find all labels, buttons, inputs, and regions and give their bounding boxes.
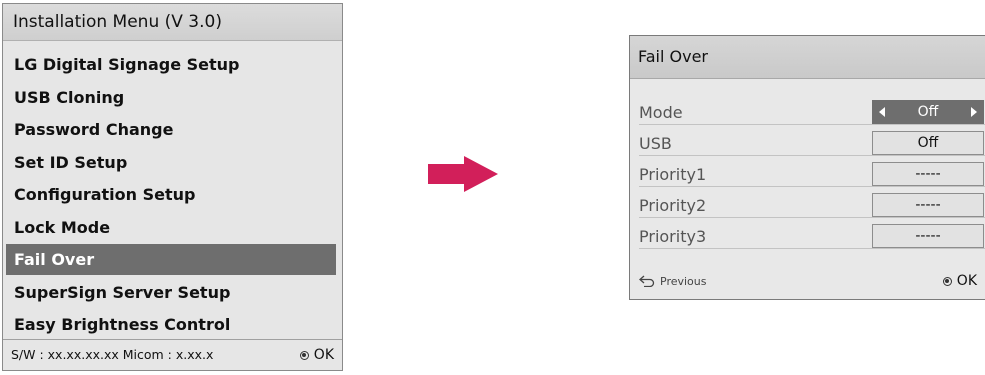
row-divider — [639, 186, 985, 187]
ok-circle-icon — [942, 276, 952, 286]
row-divider — [639, 217, 985, 218]
menu-item-usb-cloning[interactable]: USB Cloning — [6, 82, 336, 113]
priority2-label: Priority2 — [639, 196, 707, 215]
arrow-right-icon[interactable] — [970, 107, 977, 117]
setting-row-priority1: Priority1 ----- — [639, 159, 985, 190]
fail-over-dialog: Fail Over Mode Off USB Off Priority1 ---… — [629, 35, 985, 300]
mode-value: Off — [917, 104, 939, 120]
priority3-value-box[interactable]: ----- — [872, 224, 984, 248]
ok-circle-icon — [299, 350, 309, 360]
row-divider — [639, 155, 985, 156]
previous-button[interactable]: Previous — [639, 275, 707, 288]
ok-label: OK — [313, 347, 334, 363]
installation-menu-list: LG Digital Signage Setup USB Cloning Pas… — [3, 41, 342, 340]
fail-over-footer: Previous OK — [639, 271, 977, 291]
menu-item-lock-mode[interactable]: Lock Mode — [6, 212, 336, 243]
priority1-value: ----- — [915, 166, 941, 182]
installation-menu-title: Installation Menu (V 3.0) — [3, 4, 342, 41]
return-arrow-icon — [639, 275, 655, 287]
usb-label: USB — [639, 134, 672, 153]
usb-value-box[interactable]: Off — [872, 131, 984, 155]
priority1-label: Priority1 — [639, 165, 707, 184]
row-divider — [639, 124, 985, 125]
setting-row-usb: USB Off — [639, 128, 985, 159]
menu-item-easy-brightness-control[interactable]: Easy Brightness Control — [6, 309, 336, 340]
setting-row-priority2: Priority2 ----- — [639, 190, 985, 221]
menu-item-fail-over[interactable]: Fail Over — [6, 244, 336, 275]
fail-over-title: Fail Over — [630, 36, 985, 79]
row-divider — [639, 248, 985, 249]
priority2-value: ----- — [915, 197, 941, 213]
arrow-left-icon[interactable] — [879, 107, 885, 117]
priority2-value-box[interactable]: ----- — [872, 193, 984, 217]
menu-item-password-change[interactable]: Password Change — [6, 114, 336, 145]
priority3-value: ----- — [915, 228, 941, 244]
fail-over-settings: Mode Off USB Off Priority1 ----- Priorit… — [630, 79, 985, 252]
setting-row-priority3: Priority3 ----- — [639, 221, 985, 252]
menu-item-lg-digital-signage-setup[interactable]: LG Digital Signage Setup — [6, 49, 336, 80]
priority3-label: Priority3 — [639, 227, 707, 246]
menu-item-configuration-setup[interactable]: Configuration Setup — [6, 179, 336, 210]
installation-menu: Installation Menu (V 3.0) LG Digital Sig… — [2, 3, 343, 371]
previous-label: Previous — [660, 274, 707, 288]
installation-menu-footer: S/W : xx.xx.xx.xx Micom : x.xx.x OK — [3, 339, 342, 370]
mode-selector[interactable]: Off — [872, 100, 984, 124]
menu-item-supersign-server-setup[interactable]: SuperSign Server Setup — [6, 277, 336, 308]
dialog-ok-button[interactable]: OK — [942, 273, 977, 289]
setting-row-mode: Mode Off — [639, 97, 985, 128]
menu-item-set-id-setup[interactable]: Set ID Setup — [6, 147, 336, 178]
dialog-ok-label: OK — [956, 273, 977, 289]
ok-button[interactable]: OK — [299, 340, 334, 370]
right-arrow-icon — [428, 156, 498, 192]
priority1-value-box[interactable]: ----- — [872, 162, 984, 186]
usb-value: Off — [917, 135, 939, 151]
version-info: S/W : xx.xx.xx.xx Micom : x.xx.x — [11, 347, 214, 362]
mode-label: Mode — [639, 103, 683, 122]
